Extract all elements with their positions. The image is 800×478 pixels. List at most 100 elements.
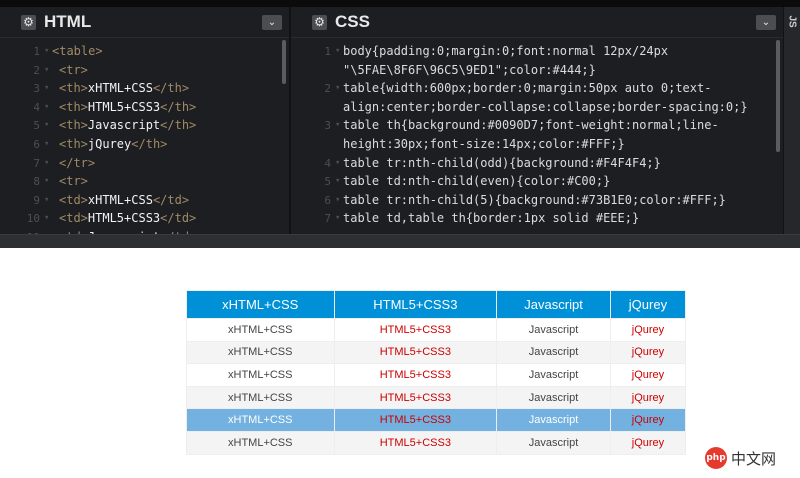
js-panel[interactable]: JS [784,7,800,234]
html-code-text: <tr> [59,172,88,191]
chevron-down-icon[interactable]: ⌄ [262,15,282,30]
html-code-text: <tr> [59,61,88,80]
table-row: xHTML+CSS HTML5+CSS3 Javascript jQurey [186,340,687,365]
html-code-text: <th>Javascript</th> [59,116,196,135]
html-text: xHTML+CSS [87,192,153,207]
line-number: 5 [324,175,331,189]
line-number: 4 [324,156,331,170]
html-text: HTML5+CSS3 [87,211,161,226]
html-tag: <th> [59,137,88,151]
table-cell: HTML5+CSS3 [333,385,498,410]
fold-icon[interactable]: ▾ [44,116,49,135]
fold-icon[interactable]: ▾ [44,61,49,80]
php-logo-icon: php [705,447,727,469]
table-cell: jQurey [609,430,687,455]
chevron-down-icon[interactable]: ⌄ [756,15,776,30]
html-tag: <th> [59,81,88,96]
css-code-text: "\5FAE\8F6F\96C5\9ED1";color:#444;} [343,62,596,77]
html-text: HTML5+CSS3 [87,99,161,114]
html-tag: <table> [52,44,103,58]
fold-icon[interactable]: ▾ [335,42,340,61]
html-code-editor[interactable]: 1 ▾ <table> 2 ▾ <tr> 3 ▾ <th>xHTML+CSS</th> 4 ▾ <th… [0,40,289,234]
css-code-text: body{padding:0;margin:0;font:normal 12px… [343,44,669,58]
html-scrollbar[interactable] [282,40,286,84]
line-number: 9 [33,193,40,207]
table-cell: jQurey [609,408,687,432]
watermark: php 中文网 [705,444,776,472]
gear-icon[interactable]: ⚙ [21,15,36,30]
html-tag: <tr> [59,174,88,189]
html-code-text: </tr> [59,154,95,173]
line-number: 4 [33,100,40,114]
fold-icon[interactable]: ▾ [335,79,340,98]
html-text: Javascript [87,118,161,133]
line-number: 1 [324,45,331,58]
html-panel[interactable]: ⚙ HTML ⌄ 1 ▾ <table> 2 ▾ <tr> 3 ▾ <th>xHTML+CSS<… [0,7,289,234]
html-tag: </td> [152,192,190,207]
table-row: xHTML+CSS HTML5+CSS3 Javascript jQurey [186,385,687,410]
html-panel-title: HTML [44,12,92,31]
table-cell: Javascript [496,385,611,410]
table-row: xHTML+CSS HTML5+CSS3 Javascript jQurey [186,430,687,455]
css-code-editor[interactable]: 1 ▾ body{padding:0;margin:0;font:normal 12… [291,40,783,234]
table-cell: jQurey [609,385,687,410]
fold-icon[interactable]: ▾ [44,42,49,61]
css-code-text: table tr:nth-child(5){background:#73B1E0… [343,192,726,207]
table-cell: Javascript [496,430,611,455]
html-tag: <td> [59,192,88,207]
fold-icon[interactable]: ▾ [44,98,49,117]
watermark-text: 中文网 [731,449,777,468]
fold-icon[interactable]: ▾ [44,191,49,210]
table-row: xHTML+CSS HTML5+CSS3 Javascript jQurey [186,408,687,432]
table-header-cell: HTML5+CSS3 [333,290,498,319]
table-cell: HTML5+CSS3 [333,408,498,432]
css-scrollbar[interactable] [776,40,780,152]
css-panel[interactable]: ⚙ CSS ⌄ 1 ▾ body{padding:0;margin:0;font:n… [291,7,783,234]
html-tag: <tr> [59,62,88,77]
html-tag: </th> [131,137,168,151]
table-cell: xHTML+CSS [186,340,335,365]
table-cell: xHTML+CSS [186,430,335,455]
table-row: xHTML+CSS HTML5+CSS3 Javascript jQurey [186,318,687,342]
html-tag: <td> [59,211,88,226]
html-tag: </th> [160,118,197,133]
table-header-cell: jQurey [609,290,687,319]
top-strip [0,0,800,7]
css-panel-title: CSS [335,12,370,31]
fold-icon[interactable]: ▾ [335,172,340,191]
table-header-cell: Javascript [496,290,611,319]
css-code-text: align:center;border-collapse:collapse;bo… [343,99,748,114]
html-text: xHTML+CSS [87,81,153,96]
editor-area: ⚙ HTML ⌄ 1 ▾ <table> 2 ▾ <tr> 3 ▾ <th>xHTML+CSS<… [0,0,800,248]
line-number: 6 [324,193,331,207]
table-cell: HTML5+CSS3 [333,340,498,365]
table-cell: Javascript [496,340,611,365]
css-code-text: table th{background:#0090D7;font-weight:… [343,118,719,133]
fold-icon[interactable]: ▾ [44,79,49,98]
table-cell: HTML5+CSS3 [333,318,498,342]
table-cell: xHTML+CSS [186,318,335,342]
fold-icon[interactable]: ▾ [44,135,49,154]
fold-icon[interactable]: ▾ [335,209,340,228]
css-code-text: height:30px;font-size:14px;color:#FFF;} [343,137,625,151]
fold-icon[interactable]: ▾ [335,191,340,210]
resize-bar[interactable] [0,234,800,248]
fold-icon[interactable]: ▾ [335,116,340,135]
fold-icon[interactable]: ▾ [335,154,340,173]
gear-icon[interactable]: ⚙ [312,15,327,30]
html-tag: </tr> [59,155,96,170]
table-header-row: xHTML+CSS HTML5+CSS3 Javascript jQurey [186,290,687,319]
table-cell: xHTML+CSS [186,385,335,410]
table-cell: HTML5+CSS3 [333,430,498,455]
html-tag: <th> [59,99,88,114]
line-number: 2 [33,63,40,77]
html-tag: </th> [152,81,190,96]
fold-icon[interactable]: ▾ [44,154,49,173]
fold-icon[interactable]: ▾ [44,209,49,228]
html-panel-header: ⚙ HTML ⌄ [0,7,289,38]
table-cell: xHTML+CSS [186,408,335,432]
css-code-text: table td,table th{border:1px solid #EEE;… [343,211,640,226]
fold-icon[interactable]: ▾ [44,172,49,191]
css-panel-header: ⚙ CSS ⌄ [291,7,783,38]
preview-table: xHTML+CSS HTML5+CSS3 Javascript jQurey xHTM… [186,290,687,455]
